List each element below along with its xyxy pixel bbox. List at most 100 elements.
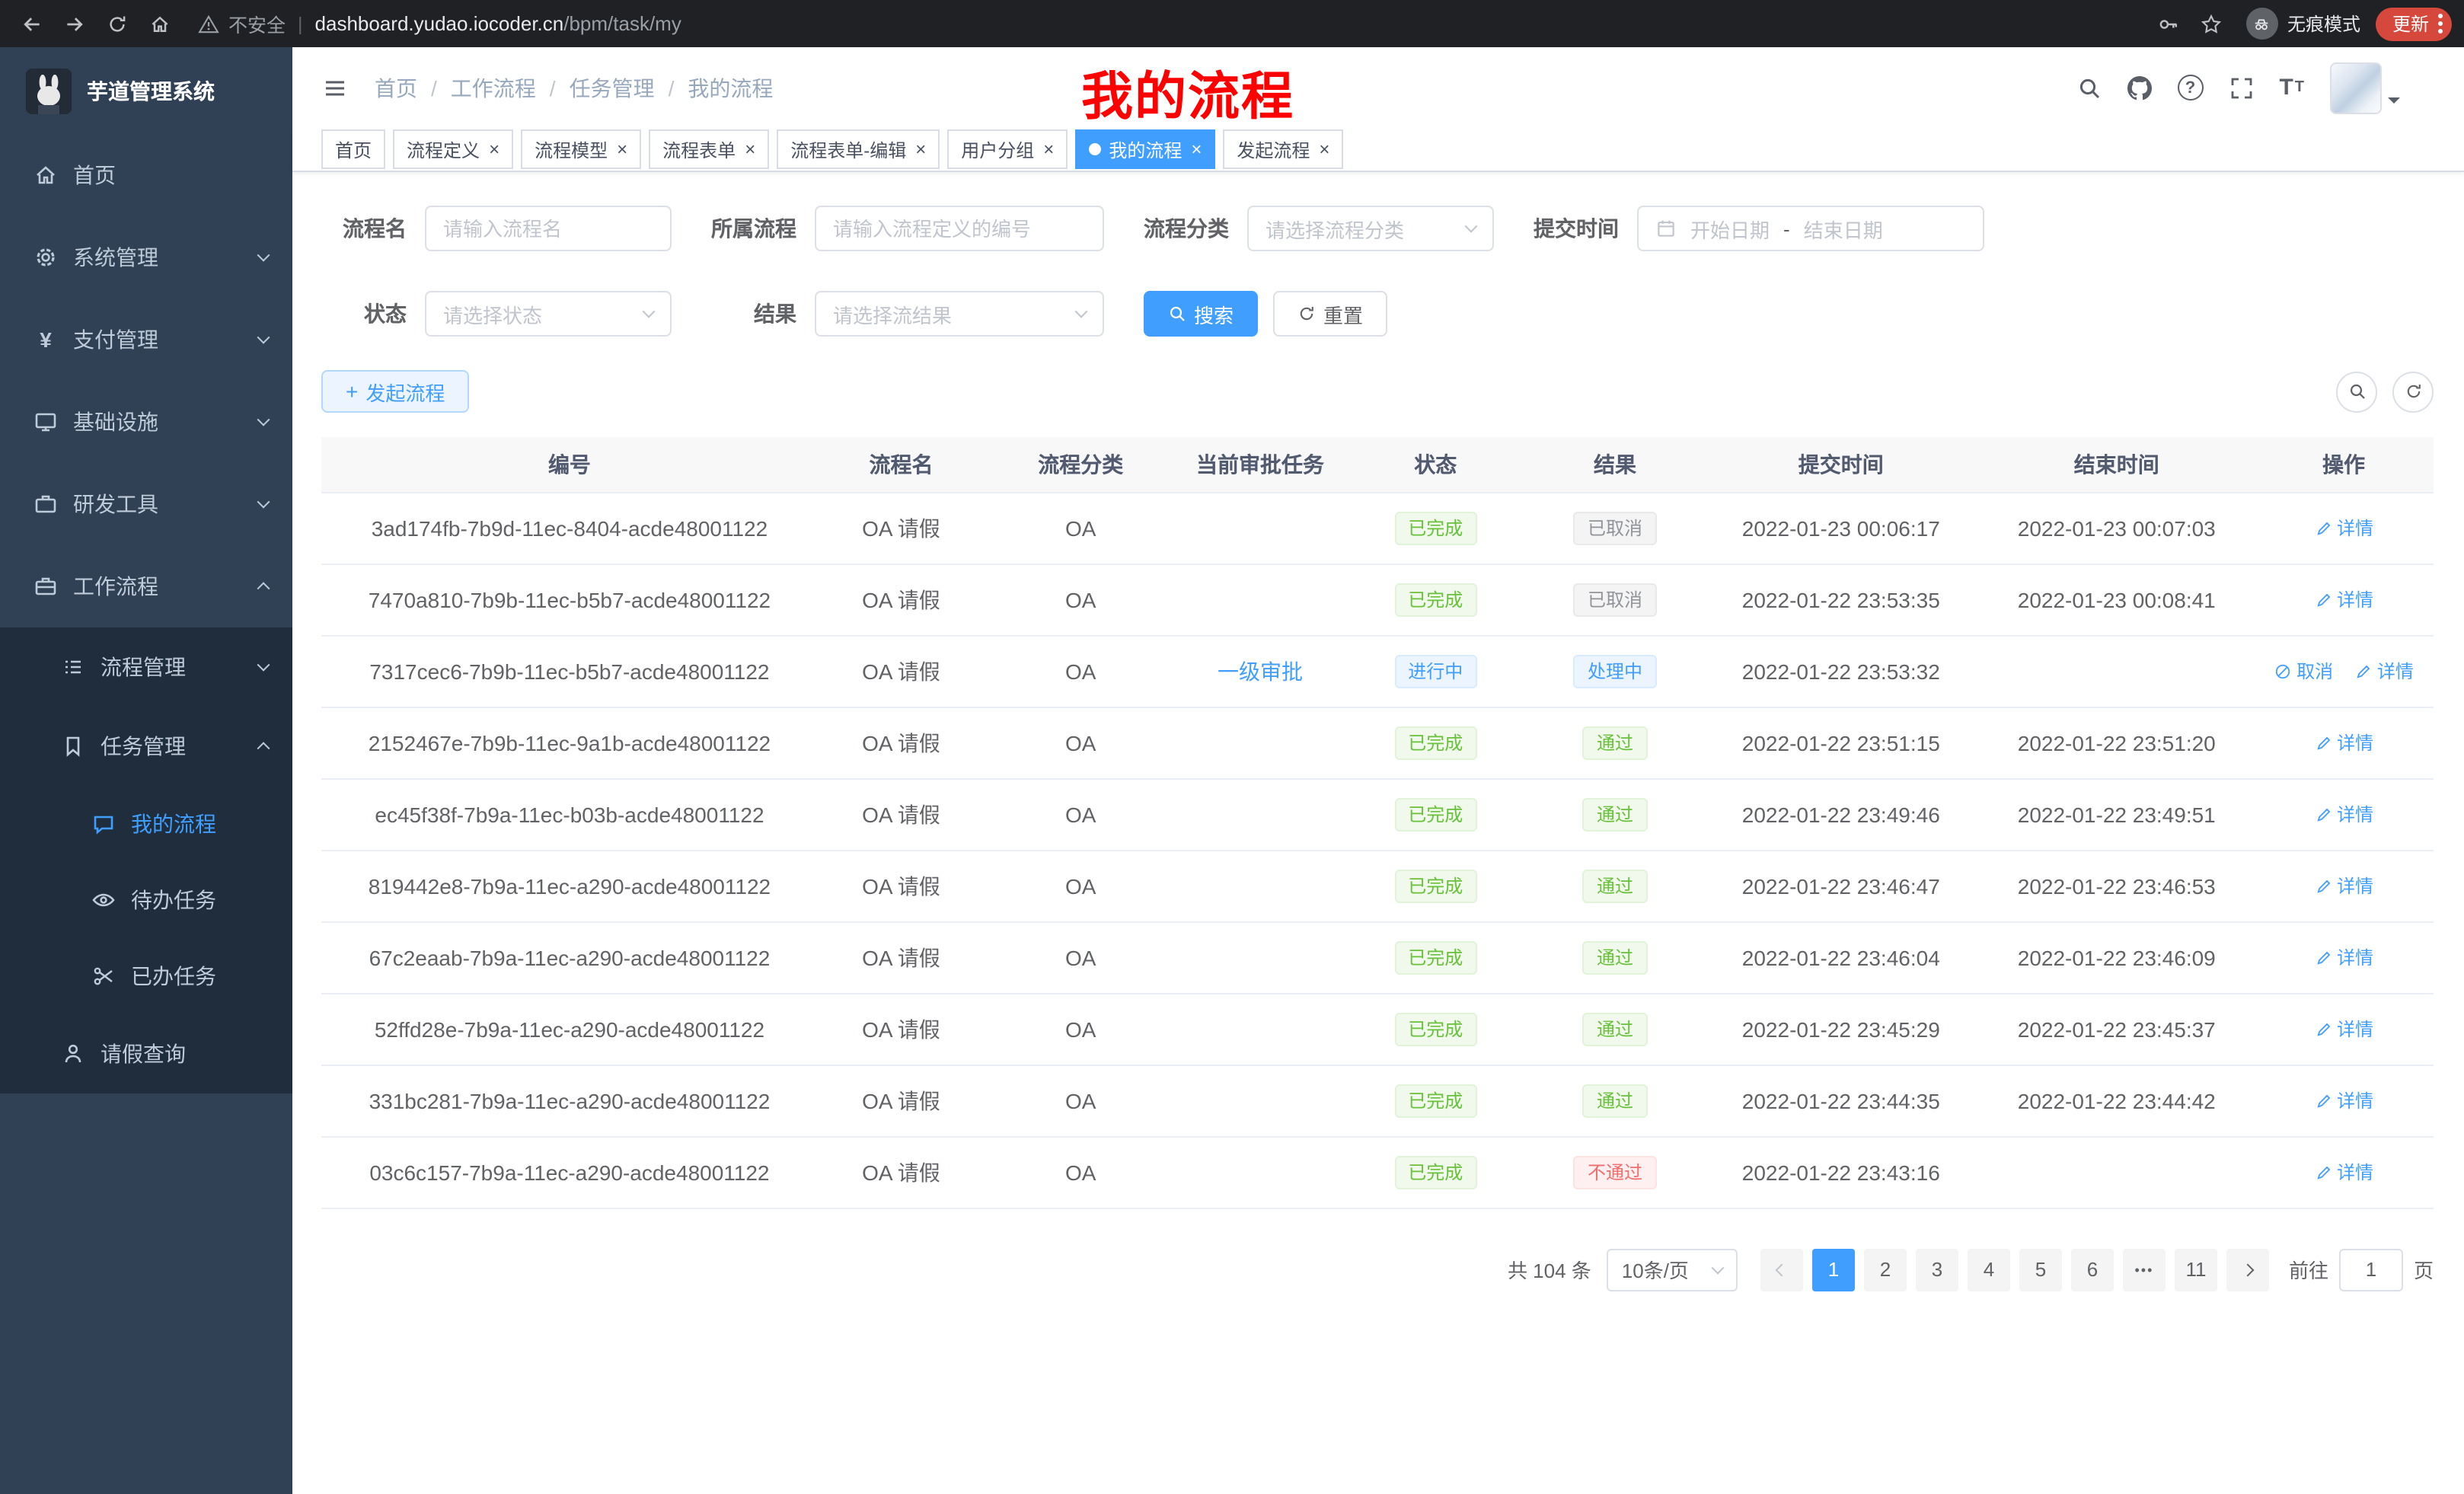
tab-start-process[interactable]: 发起流程× — [1223, 129, 1343, 169]
edit-icon — [2314, 1020, 2332, 1039]
user-icon — [61, 1042, 85, 1066]
toggle-search-button[interactable] — [2336, 371, 2377, 412]
page-button-1[interactable]: 1 — [1812, 1248, 1855, 1291]
close-icon[interactable]: × — [745, 140, 755, 158]
github-icon[interactable] — [2127, 75, 2151, 100]
refresh-table-button[interactable] — [2392, 371, 2434, 412]
result-select[interactable]: 请选择流结果 — [815, 291, 1104, 337]
detail-link[interactable]: 详情 — [2314, 730, 2373, 756]
detail-link[interactable]: 详情 — [2314, 1017, 2373, 1042]
breadcrumb-home[interactable]: 首页 — [375, 72, 417, 103]
tab-home[interactable]: 首页 — [321, 129, 385, 169]
tab-process-definition[interactable]: 流程定义× — [393, 129, 513, 169]
sidebar-item-devtools[interactable]: 研发工具 — [0, 463, 292, 545]
current-task-link[interactable]: 一级审批 — [1218, 659, 1303, 683]
chevron-up-icon — [257, 742, 270, 755]
app-logo[interactable]: 芋道管理系统 — [0, 47, 292, 134]
close-icon[interactable]: × — [617, 140, 627, 158]
page-button-4[interactable]: 4 — [1968, 1248, 2010, 1291]
sidebar-item-done-tasks[interactable]: 已办任务 — [0, 938, 292, 1014]
sidebar-item-my-process[interactable]: 我的流程 — [0, 786, 292, 862]
chevron-left-icon — [1775, 1263, 1788, 1276]
close-icon[interactable]: × — [1191, 140, 1202, 158]
result-badge: 通过 — [1583, 1084, 1647, 1117]
fullscreen-icon[interactable] — [2229, 75, 2253, 100]
browser-home-icon[interactable] — [140, 4, 180, 43]
detail-link[interactable]: 详情 — [2354, 659, 2414, 685]
tab-user-group[interactable]: 用户分组× — [947, 129, 1068, 169]
status-select[interactable]: 请选择状态 — [425, 291, 672, 337]
prev-page-button[interactable] — [1760, 1248, 1803, 1291]
more-pages-button[interactable]: ••• — [2123, 1248, 2166, 1291]
edit-icon — [2314, 519, 2332, 538]
tab-process-model[interactable]: 流程模型× — [521, 129, 641, 169]
sidebar-item-process-management[interactable]: 流程管理 — [0, 627, 292, 707]
category-select[interactable]: 请选择流程分类 — [1247, 206, 1494, 251]
detail-link[interactable]: 详情 — [2314, 587, 2373, 613]
breadcrumb: 首页/ 工作流程/ 任务管理/ 我的流程 — [375, 72, 773, 103]
page-button-6[interactable]: 6 — [2071, 1248, 2114, 1291]
address-bar[interactable]: 不安全 | dashboard.yudao.iocoder.cn/bpm/tas… — [198, 5, 2130, 42]
sidebar-toggle-icon[interactable] — [317, 69, 353, 106]
page-button-3[interactable]: 3 — [1916, 1248, 1958, 1291]
user-avatar[interactable] — [2330, 62, 2400, 113]
font-size-icon[interactable]: TT — [2279, 76, 2304, 99]
sidebar-item-payment[interactable]: ¥ 支付管理 — [0, 298, 292, 381]
password-key-icon[interactable] — [2149, 4, 2188, 43]
browser-update-button[interactable]: 更新 — [2376, 7, 2452, 40]
sidebar-item-leave-query[interactable]: 请假查询 — [0, 1014, 292, 1093]
browser-forward-icon[interactable] — [55, 4, 94, 43]
bookmark-star-icon[interactable] — [2191, 4, 2231, 43]
close-icon[interactable]: × — [915, 140, 926, 158]
next-page-button[interactable] — [2226, 1248, 2269, 1291]
search-button[interactable]: 搜索 — [1144, 291, 1258, 337]
tab-my-process[interactable]: 我的流程× — [1075, 129, 1215, 169]
close-icon[interactable]: × — [1043, 140, 1054, 158]
search-icon[interactable] — [2076, 75, 2101, 100]
incognito-badge[interactable]: 无痕模式 — [2246, 8, 2360, 40]
page-size-select[interactable]: 10条/页 — [1607, 1248, 1738, 1291]
result-badge: 不通过 — [1574, 1155, 1656, 1189]
table-row: 819442e8-7b9a-11ec-a290-acde48001122OA 请… — [321, 850, 2434, 921]
detail-link[interactable]: 详情 — [2314, 873, 2373, 899]
sidebar-item-todo-tasks[interactable]: 待办任务 — [0, 862, 292, 938]
jump-page-input[interactable] — [2339, 1248, 2403, 1291]
sidebar-item-home[interactable]: 首页 — [0, 134, 292, 216]
date-range-picker[interactable]: 开始日期 - 结束日期 — [1637, 206, 1984, 251]
detail-link[interactable]: 详情 — [2314, 802, 2373, 828]
tab-process-form[interactable]: 流程表单× — [649, 129, 769, 169]
sidebar-item-workflow[interactable]: 工作流程 — [0, 545, 292, 627]
close-icon[interactable]: × — [489, 140, 500, 158]
process-name-input[interactable] — [425, 206, 672, 251]
page-button-5[interactable]: 5 — [2019, 1248, 2062, 1291]
url-host: dashboard.yudao.iocoder.cn — [315, 12, 564, 35]
close-icon[interactable]: × — [1319, 140, 1329, 158]
breadcrumb-workflow[interactable]: 工作流程 — [451, 72, 536, 103]
header-end-time: 结束时间 — [1979, 437, 2254, 492]
process-definition-input[interactable] — [815, 206, 1104, 251]
breadcrumb-task-management[interactable]: 任务管理 — [570, 72, 655, 103]
jump-suffix: 页 — [2414, 1255, 2434, 1284]
browser-back-icon[interactable] — [12, 4, 52, 43]
tab-process-form-edit[interactable]: 流程表单-编辑× — [777, 129, 940, 169]
sidebar-item-task-management[interactable]: 任务管理 — [0, 707, 292, 786]
detail-link[interactable]: 详情 — [2314, 516, 2373, 541]
sidebar-item-system[interactable]: 系统管理 — [0, 216, 292, 298]
filter-category: 流程分类 请选择流程分类 — [1144, 206, 1494, 251]
detail-link[interactable]: 详情 — [2314, 1160, 2373, 1186]
table-row: 52ffd28e-7b9a-11ec-a290-acde48001122OA 请… — [321, 993, 2434, 1065]
cancel-link[interactable]: 取消 — [2274, 659, 2333, 685]
reset-button[interactable]: 重置 — [1273, 291, 1387, 337]
browser-reload-icon[interactable] — [97, 4, 137, 43]
edit-icon — [2314, 1092, 2332, 1110]
calendar-icon — [1655, 218, 1677, 239]
refresh-icon — [1297, 305, 1316, 323]
detail-link[interactable]: 详情 — [2314, 945, 2373, 971]
page-button-11[interactable]: 11 — [2175, 1248, 2217, 1291]
start-process-button[interactable]: +发起流程 — [321, 370, 469, 413]
sidebar-item-infrastructure[interactable]: 基础设施 — [0, 381, 292, 463]
monitor-icon — [34, 410, 58, 434]
page-button-2[interactable]: 2 — [1864, 1248, 1907, 1291]
help-icon[interactable]: ? — [2177, 75, 2203, 101]
detail-link[interactable]: 详情 — [2314, 1088, 2373, 1114]
